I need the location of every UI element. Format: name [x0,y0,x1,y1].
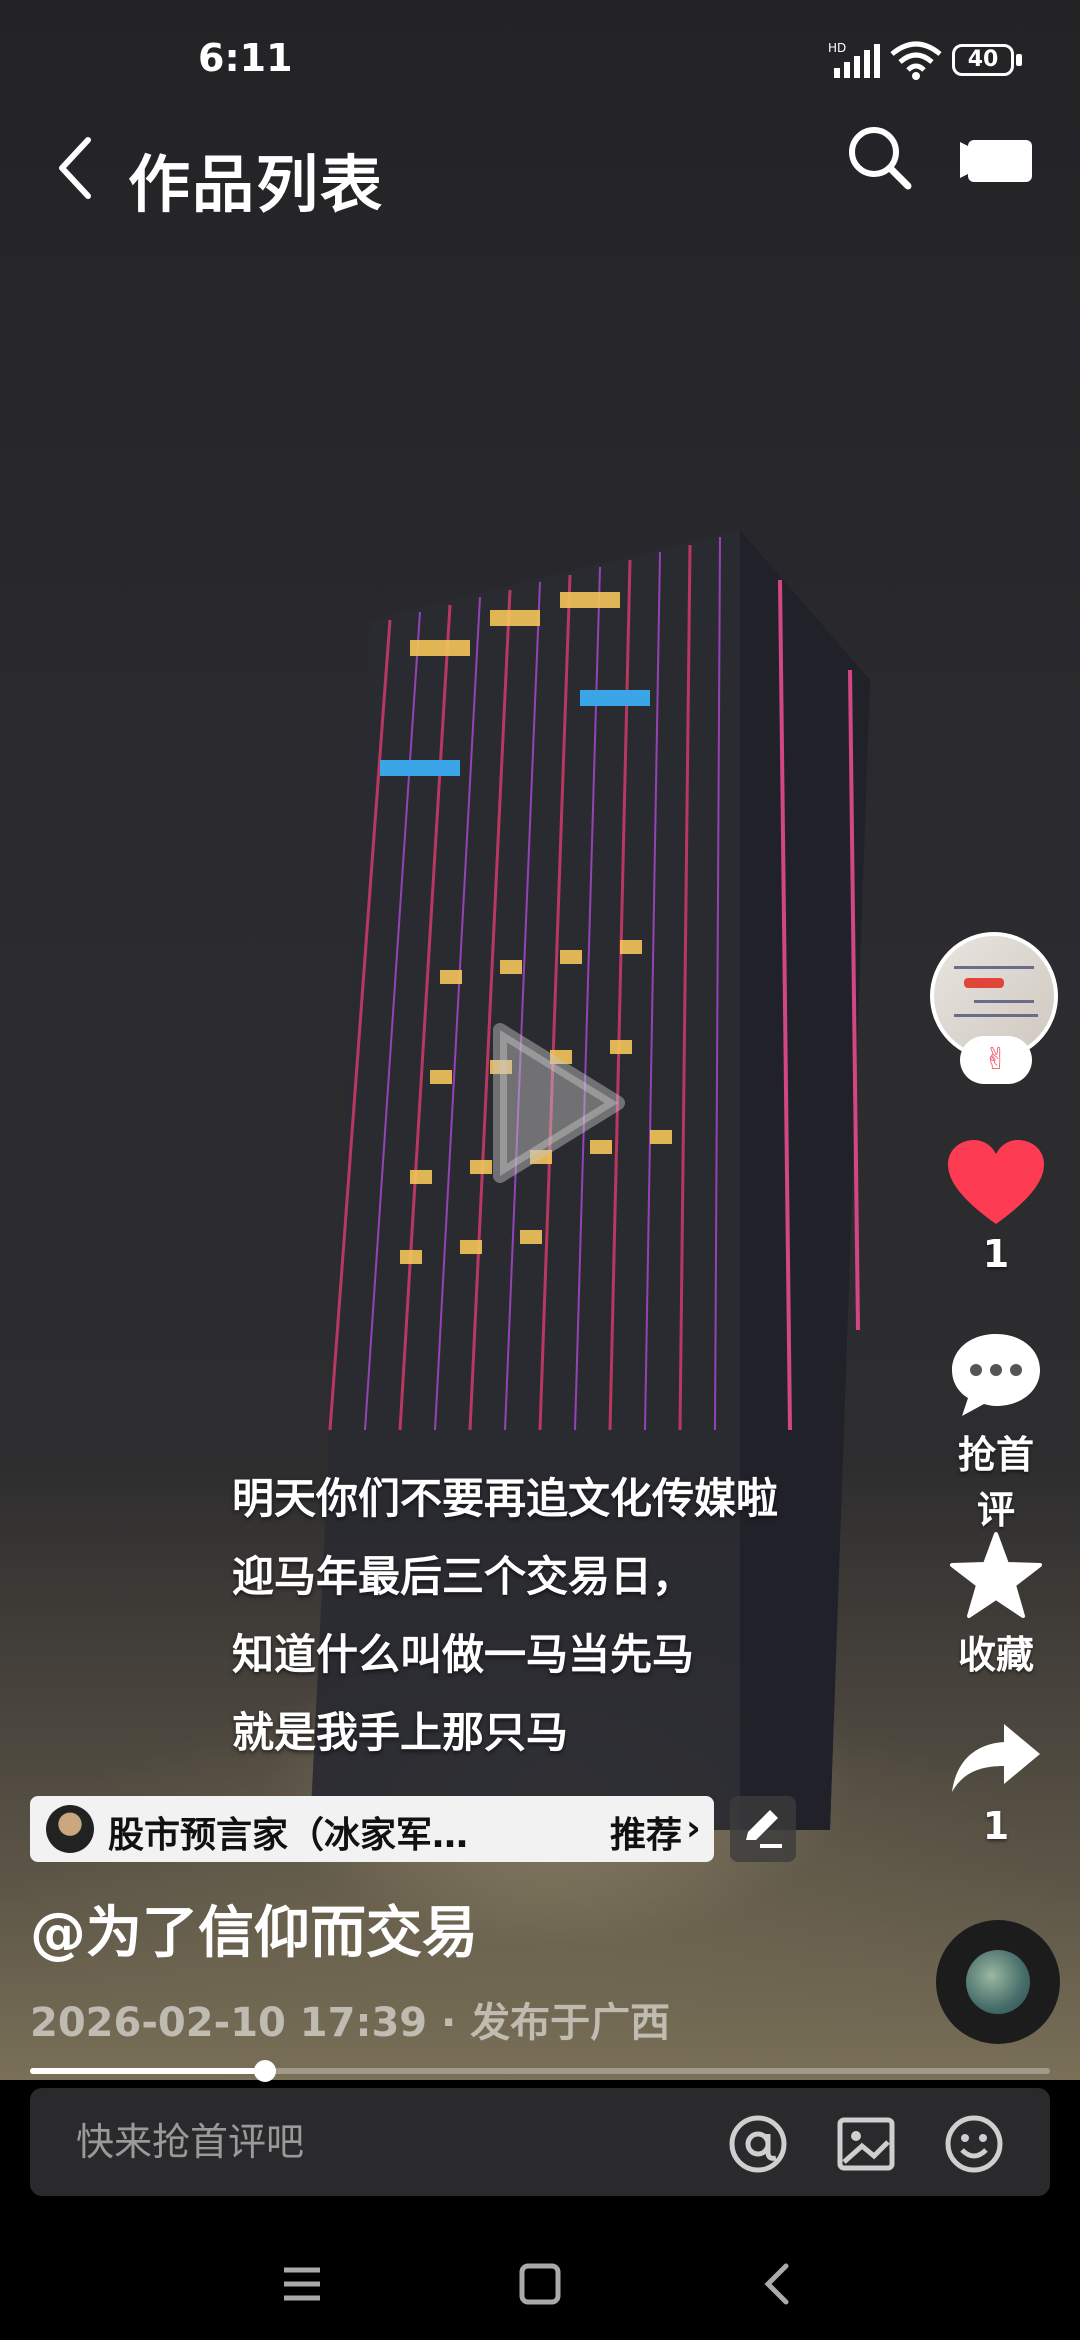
like-button[interactable]: 1 [940,1140,1052,1276]
progress-fill [30,2068,265,2074]
emoji-icon[interactable] [942,2112,1006,2176]
share-button[interactable]: 1 [940,1720,1052,1848]
comment-bar[interactable]: 快来抢首评吧 [30,2088,1050,2196]
wifi-icon [890,41,942,80]
comment-label: 抢首评 [957,1433,1034,1532]
battery-level: 40 [952,44,1014,76]
image-icon[interactable] [834,2112,898,2176]
caption-line: 迎马年最后三个交易日， [232,1552,695,1601]
status-time: 6:11 [198,36,293,80]
comment-icon [952,1334,1040,1416]
chevron-right-icon: › [686,1808,701,1849]
play-icon[interactable] [480,1018,630,1188]
back-icon[interactable] [52,128,102,208]
star-icon [950,1532,1042,1618]
video-caption: 明天你们不要再追文化传媒啦 迎马年最后三个交易日， 知道什么叫做一马当先马 就是… [232,1460,778,1772]
signal-icon: HD [828,41,880,78]
music-disc-icon[interactable] [936,1920,1060,2044]
system-nav-bar [0,2232,1080,2332]
like-count: 1 [982,1232,1010,1276]
video-progress-bar[interactable] [30,2060,1050,2082]
follow-hand-icon[interactable]: ✌ [960,1036,1032,1084]
top-nav: 作品列表 [0,110,1080,230]
caption-line: 知道什么叫做一马当先马 [232,1630,695,1679]
chip-recommend-label: 推荐 [610,1815,683,1856]
chip-author-name: 股市预言家（冰家军… [108,1815,469,1856]
edit-icon[interactable] [730,1796,796,1862]
share-count: 1 [982,1804,1010,1848]
battery-icon: 40 [952,44,1022,78]
favorite-label: 收藏 [957,1633,1034,1677]
at-mention-icon[interactable] [726,2112,790,2176]
post-mention[interactable]: @为了信仰而交易 [30,1888,478,1969]
caption-line: 明天你们不要再追文化传媒啦 [232,1474,779,1523]
progress-knob[interactable] [253,2060,276,2082]
menu-icon[interactable] [274,2256,330,2312]
camera-icon[interactable] [960,122,1040,198]
chip-avatar [46,1805,94,1853]
author-chip[interactable]: 股市预言家（冰家军… 推荐 › [30,1796,714,1862]
post-meta: 2026-02-10 17:39 · 发布于广西 [30,2000,671,2046]
home-icon[interactable] [512,2256,568,2312]
author-avatar-group[interactable]: ✌ [930,932,1064,1092]
svg-text:HD: HD [828,41,846,55]
status-bar: 6:11 HD 40 [0,0,1080,120]
back-nav-icon[interactable] [750,2256,806,2312]
comment-button[interactable]: 抢首评 [940,1330,1052,1534]
favorite-button[interactable]: 收藏 [940,1530,1052,1679]
caption-line: 就是我手上那只马 [232,1708,569,1757]
search-icon[interactable] [840,118,920,198]
share-arrow-icon [952,1724,1040,1792]
comment-input[interactable]: 快来抢首评吧 [76,2088,304,2196]
heart-icon [948,1140,1044,1224]
page-title: 作品列表 [128,148,385,221]
